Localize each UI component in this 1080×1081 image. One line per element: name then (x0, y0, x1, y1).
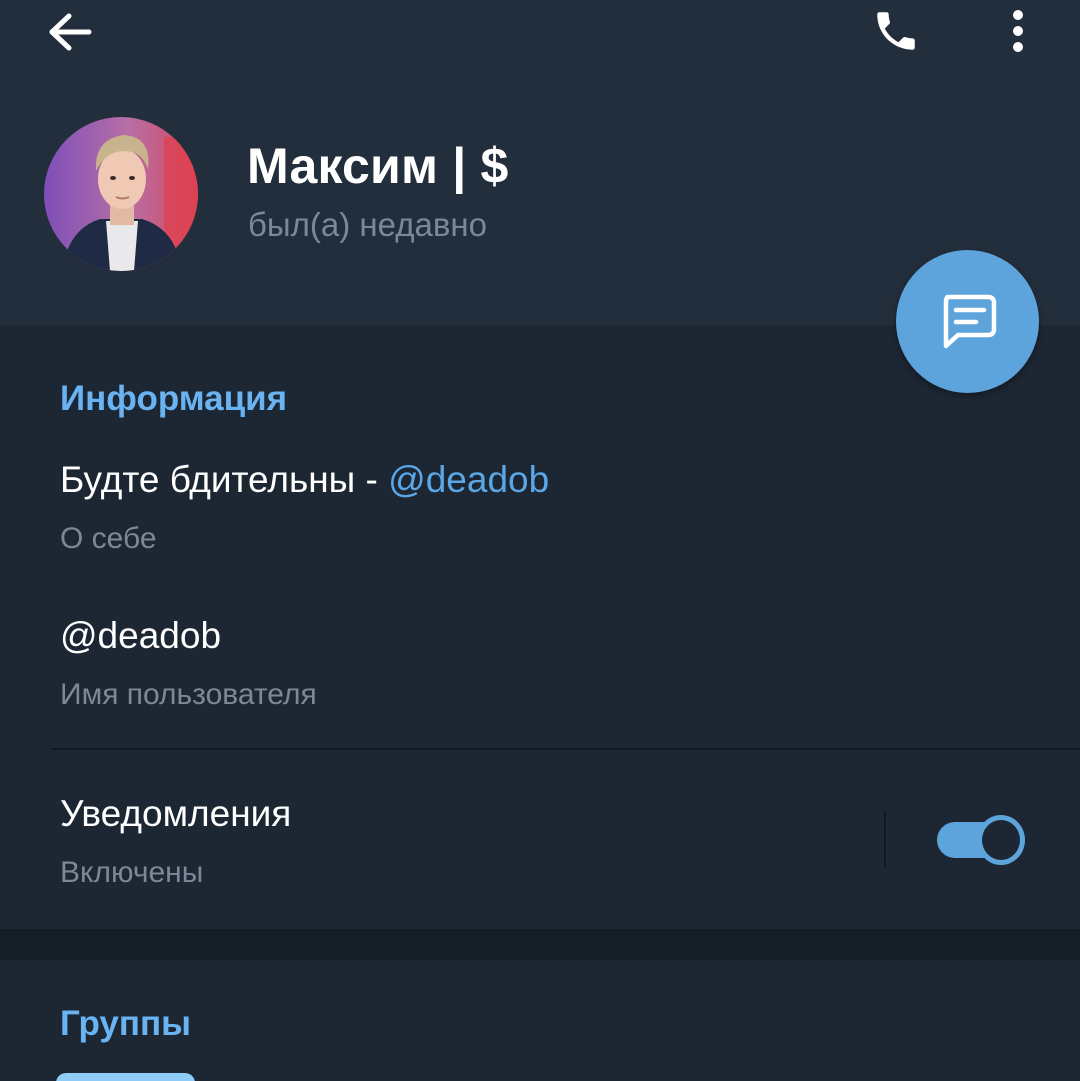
profile-screen: Максим | $ был(а) недавно Информация Буд… (0, 0, 1080, 1081)
send-message-button[interactable] (896, 250, 1039, 393)
info-section-title: Информация (60, 379, 288, 418)
profile-name: Максим | $ (247, 138, 509, 194)
notifications-toggle[interactable] (937, 813, 1027, 867)
phone-icon (877, 12, 915, 50)
more-options-button[interactable] (996, 3, 1040, 59)
group-avatar[interactable] (56, 1073, 195, 1081)
bio-text[interactable]: Будте бдительны - @deadob (60, 459, 549, 501)
avatar[interactable] (44, 117, 198, 271)
username-label: Имя пользователя (60, 678, 317, 711)
notifications-status: Включены (60, 856, 204, 889)
vertical-divider (884, 811, 886, 868)
last-seen-status: был(а) недавно (248, 206, 487, 243)
bio-text-plain: Будте бдительны - (60, 459, 389, 500)
toggle-knob (977, 815, 1025, 865)
call-button[interactable] (862, 3, 930, 59)
arrow-left-icon (49, 13, 92, 51)
more-vertical-icon (1013, 10, 1023, 52)
username-value[interactable]: @deadob (60, 615, 221, 657)
back-button[interactable] (38, 5, 102, 59)
groups-section-title: Группы (60, 1004, 192, 1043)
message-icon (943, 294, 996, 348)
divider (51, 748, 1080, 750)
bio-mention-link[interactable]: @deadob (388, 459, 549, 500)
notifications-title[interactable]: Уведомления (60, 793, 291, 835)
section-separator (0, 929, 1080, 960)
bio-label: О себе (60, 522, 157, 555)
